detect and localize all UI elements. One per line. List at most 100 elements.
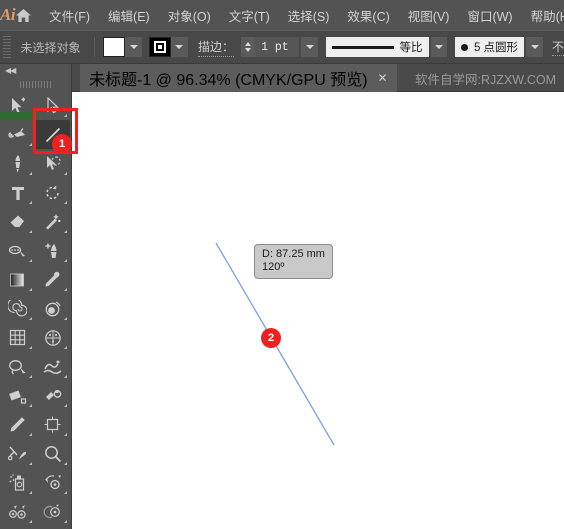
tool-scissors[interactable] bbox=[0, 439, 35, 468]
brush-definition-label: 5 点圆形 bbox=[473, 42, 519, 54]
tool-flyout-indicator bbox=[29, 346, 32, 349]
tool-spiral[interactable] bbox=[0, 294, 35, 323]
tool-type[interactable] bbox=[0, 178, 35, 207]
stroke-weight-dropdown-button[interactable] bbox=[301, 37, 319, 57]
stroke-profile-label: 等比 bbox=[399, 42, 423, 54]
stroke-ring-icon bbox=[153, 41, 166, 53]
control-bar-grip[interactable] bbox=[3, 36, 12, 58]
stroke-profile-line-icon bbox=[331, 45, 394, 49]
tool-flyout-indicator bbox=[29, 288, 32, 291]
stroke-weight-input[interactable]: 1 pt bbox=[255, 37, 300, 57]
tool-panel-grip[interactable] bbox=[0, 77, 71, 91]
stroke-weight-stepper[interactable] bbox=[241, 37, 256, 57]
watermark-text: 软件自学网:RJZXW.COM bbox=[415, 72, 556, 87]
tool-flyout-indicator bbox=[29, 143, 32, 146]
stroke-profile-select[interactable]: 等比 bbox=[325, 37, 429, 57]
tool-flyout-indicator bbox=[64, 404, 67, 407]
tool-symbol-sprayer[interactable] bbox=[0, 468, 35, 497]
fill-swatch-group bbox=[103, 37, 143, 57]
stroke-profile-dropdown-button[interactable] bbox=[430, 37, 448, 57]
menu-item-object[interactable]: 对象(O) bbox=[159, 0, 220, 30]
tool-scale[interactable] bbox=[0, 381, 35, 410]
tool-add-anchor-point[interactable] bbox=[35, 236, 70, 265]
tooltip-angle: 120º bbox=[262, 261, 285, 273]
menu-item-list: 文件(F) 编辑(E) 对象(O) 文字(T) 选择(S) 效果(C) 视图(V… bbox=[40, 0, 564, 30]
document-tab[interactable]: 未标题-1 @ 96.34% (CMYK/GPU 预览) ✕ bbox=[80, 64, 397, 92]
tool-flyout-indicator bbox=[64, 433, 67, 436]
control-bar: 未选择对象 描边： 1 pt 等比 5 点圆形 不 bbox=[0, 30, 564, 64]
tool-eyedropper[interactable] bbox=[35, 265, 70, 294]
tool-live-paint[interactable] bbox=[35, 497, 70, 526]
tool-flyout-indicator bbox=[64, 375, 67, 378]
opacity-label[interactable]: 不 bbox=[551, 38, 564, 56]
menu-item-file[interactable]: 文件(F) bbox=[40, 0, 99, 30]
menu-bar: Ai 文件(F) 编辑(E) 对象(O) 文字(T) 选择(S) 效果(C) 视… bbox=[0, 0, 564, 30]
tool-flyout-indicator bbox=[29, 491, 32, 494]
tool-eraser[interactable] bbox=[0, 207, 35, 236]
tool-zoom[interactable] bbox=[35, 439, 70, 468]
menu-item-help[interactable]: 帮助(H bbox=[522, 0, 564, 30]
double-chevron-left-icon: ◀◀ bbox=[5, 65, 16, 75]
tool-flyout-indicator bbox=[64, 114, 67, 117]
tool-width[interactable] bbox=[0, 236, 35, 265]
stepper-down-icon bbox=[245, 48, 252, 52]
tool-magic-wand[interactable] bbox=[0, 120, 35, 149]
tool-paintbrush[interactable] bbox=[0, 149, 35, 178]
tool-flyout-indicator bbox=[29, 404, 32, 407]
tool-mesh[interactable] bbox=[35, 323, 70, 352]
tool-graph[interactable] bbox=[35, 468, 70, 497]
tool-rotate[interactable] bbox=[35, 178, 70, 207]
tool-flyout-indicator bbox=[64, 259, 67, 262]
tool-flyout-indicator bbox=[64, 172, 67, 175]
document-tab-bar: 未标题-1 @ 96.34% (CMYK/GPU 预览) ✕ 软件自学网:RJZ… bbox=[72, 64, 564, 92]
fill-dropdown-button[interactable] bbox=[125, 37, 143, 57]
fill-color-swatch[interactable] bbox=[103, 37, 126, 57]
stroke-color-swatch[interactable] bbox=[148, 37, 171, 57]
tool-wand-effect[interactable] bbox=[35, 207, 70, 236]
menu-item-view[interactable]: 视图(V) bbox=[399, 0, 459, 30]
chevron-down-icon bbox=[175, 45, 184, 49]
stroke-weight-label[interactable]: 描边： bbox=[197, 38, 234, 57]
menu-item-window[interactable]: 窗口(W) bbox=[458, 0, 521, 30]
tool-flyout-indicator bbox=[64, 201, 67, 204]
tool-direct-selection[interactable] bbox=[35, 91, 70, 120]
tool-flyout-indicator bbox=[64, 346, 67, 349]
annotation-badge-1: 1 bbox=[52, 134, 72, 154]
document-tab-title: 未标题-1 @ 96.34% (CMYK/GPU 预览) bbox=[89, 72, 368, 89]
tool-warp[interactable] bbox=[35, 352, 70, 381]
tool-grid bbox=[0, 91, 70, 529]
close-icon[interactable]: ✕ bbox=[378, 72, 388, 84]
stepper-up-icon bbox=[245, 42, 252, 46]
tool-flyout-indicator bbox=[29, 433, 32, 436]
tool-flyout-indicator bbox=[29, 520, 32, 523]
tool-panel-collapse-button[interactable]: ◀◀ bbox=[0, 64, 71, 77]
tool-flyout-indicator bbox=[29, 375, 32, 378]
tool-flyout-indicator bbox=[29, 201, 32, 204]
tool-flyout-indicator bbox=[64, 520, 67, 523]
menu-item-type[interactable]: 文字(T) bbox=[220, 0, 279, 30]
tool-lasso[interactable] bbox=[0, 352, 35, 381]
tool-flyout-indicator bbox=[29, 462, 32, 465]
tool-blob-brush[interactable] bbox=[35, 294, 70, 323]
menu-item-select[interactable]: 选择(S) bbox=[279, 0, 339, 30]
measurement-tooltip: D: 87.25 mm 120º bbox=[254, 244, 333, 279]
stroke-dropdown-button[interactable] bbox=[170, 37, 188, 57]
home-icon[interactable] bbox=[15, 0, 32, 30]
tool-artboard[interactable] bbox=[35, 410, 70, 439]
tool-free-transform[interactable] bbox=[35, 381, 70, 410]
menu-item-edit[interactable]: 编辑(E) bbox=[99, 0, 159, 30]
tool-pencil[interactable] bbox=[0, 410, 35, 439]
tool-flyout-indicator bbox=[29, 317, 32, 320]
artboard-canvas[interactable]: D: 87.25 mm 120º bbox=[72, 92, 564, 529]
menu-item-effect[interactable]: 效果(C) bbox=[338, 0, 398, 30]
tool-flyout-indicator bbox=[64, 317, 67, 320]
tool-grid[interactable] bbox=[0, 323, 35, 352]
tool-flyout-indicator bbox=[64, 288, 67, 291]
brush-definition-select[interactable]: 5 点圆形 bbox=[454, 37, 525, 57]
tool-flyout-indicator bbox=[29, 230, 32, 233]
green-highlight-bar bbox=[0, 112, 38, 119]
tool-gradient[interactable] bbox=[0, 265, 35, 294]
tool-blend[interactable] bbox=[0, 497, 35, 526]
brush-definition-dropdown-button[interactable] bbox=[526, 37, 543, 57]
control-divider-1 bbox=[94, 37, 96, 57]
